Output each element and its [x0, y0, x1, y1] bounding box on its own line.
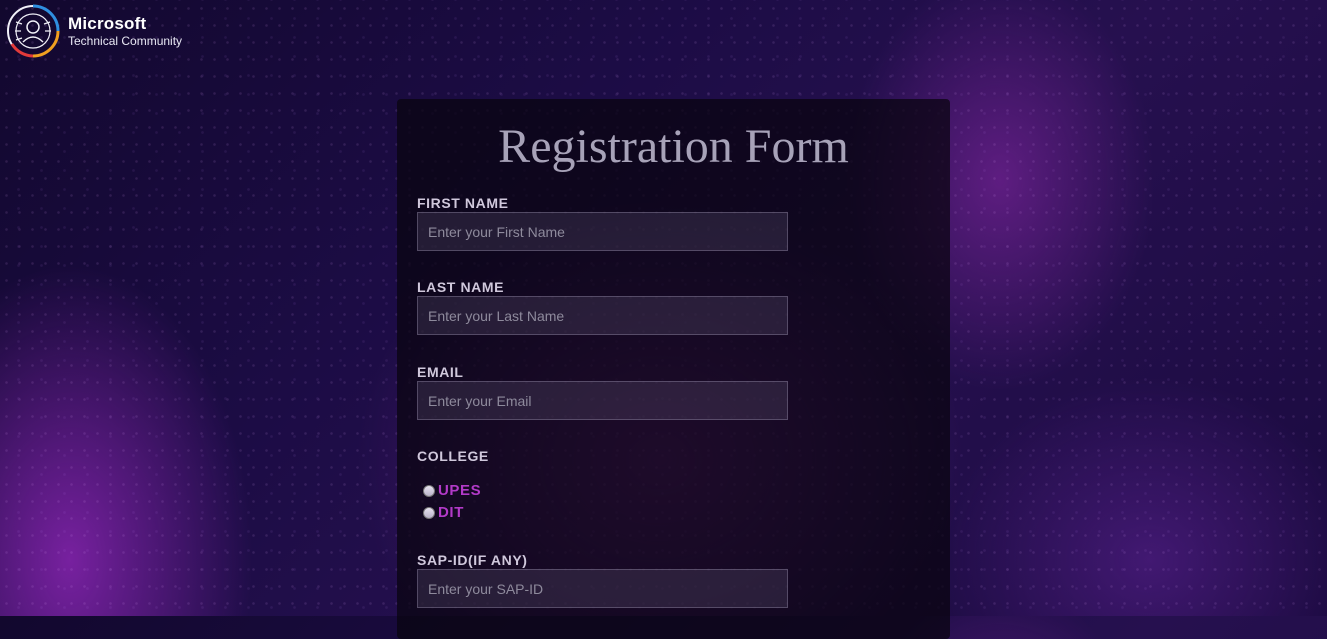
first-name-input[interactable]: [417, 212, 788, 251]
upes-radio[interactable]: [423, 484, 435, 497]
sap-id-input[interactable]: [417, 569, 788, 608]
college-option-dit[interactable]: DIT: [423, 504, 464, 521]
brand-logo: Microsoft Technical Community: [4, 2, 182, 60]
sap-id-label: SAP-ID(IF ANY): [417, 552, 528, 568]
dit-radio[interactable]: [423, 506, 435, 519]
brand-title: Microsoft: [68, 14, 147, 33]
last-name-input[interactable]: [417, 296, 788, 335]
community-emblem-icon: [7, 4, 60, 58]
form-title: Registration Form: [498, 120, 849, 173]
last-name-label: LAST NAME: [417, 279, 505, 295]
email-input[interactable]: [417, 381, 788, 420]
dit-radio-label[interactable]: DIT: [438, 504, 464, 521]
first-name-label: FIRST NAME: [417, 195, 509, 211]
email-label: EMAIL: [417, 364, 464, 380]
brand-subtitle: Technical Community: [68, 34, 183, 48]
college-label: COLLEGE: [417, 448, 489, 464]
college-option-upes[interactable]: UPES: [423, 482, 481, 499]
upes-radio-label[interactable]: UPES: [438, 482, 481, 499]
registration-form-panel: Registration Form FIRST NAME LAST NAME E…: [397, 99, 950, 639]
